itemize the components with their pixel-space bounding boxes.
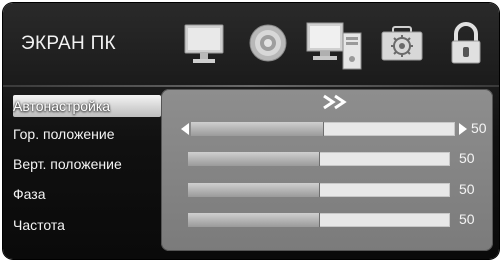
lock-icon[interactable]	[443, 19, 489, 69]
increase-arrow-icon[interactable]	[459, 123, 467, 135]
menu-item-phase[interactable]: Фаза	[13, 183, 161, 205]
slider-row-frequency[interactable]: 50	[161, 210, 493, 230]
slider-value: 50	[459, 181, 475, 197]
slider-row-h-position[interactable]: 50	[161, 119, 493, 139]
menu-title: ЭКРАН ПК	[21, 33, 116, 54]
menu-item-auto-adjust[interactable]: Автонастройка	[13, 95, 161, 117]
osd-header: ЭКРАН ПК	[3, 3, 499, 83]
osd-menu: ЭКРАН ПК Автонастройка Гор. положение Ве…	[3, 3, 499, 259]
slider-value: 50	[459, 211, 475, 227]
slider-value: 50	[459, 150, 475, 166]
double-chevron-right-icon[interactable]	[321, 93, 357, 111]
slider-track[interactable]	[191, 122, 455, 136]
header-divider	[3, 85, 499, 87]
slider-value: 50	[471, 120, 487, 136]
menu-item-v-position[interactable]: Верт. положение	[13, 153, 161, 175]
slider-fill	[191, 122, 324, 136]
menu-item-h-position[interactable]: Гор. положение	[13, 123, 161, 145]
slider-fill	[188, 183, 320, 197]
decrease-arrow-icon[interactable]	[181, 123, 189, 135]
slider-fill	[188, 152, 320, 166]
pc-icon[interactable]	[305, 19, 365, 70]
monitor-icon[interactable]	[181, 19, 227, 69]
slider-track[interactable]	[188, 183, 450, 197]
menu-item-frequency[interactable]: Частота	[13, 214, 161, 236]
slider-track[interactable]	[188, 213, 450, 227]
sound-icon[interactable]	[245, 19, 291, 69]
settings-icon[interactable]	[379, 19, 425, 69]
sidebar-menu: Автонастройка Гор. положение Верт. полож…	[3, 89, 163, 259]
settings-panel: 50 50 50 50	[161, 89, 493, 251]
slider-fill	[188, 213, 320, 227]
slider-track[interactable]	[188, 152, 450, 166]
slider-row-phase[interactable]: 50	[161, 180, 493, 200]
slider-row-v-position[interactable]: 50	[161, 149, 493, 169]
